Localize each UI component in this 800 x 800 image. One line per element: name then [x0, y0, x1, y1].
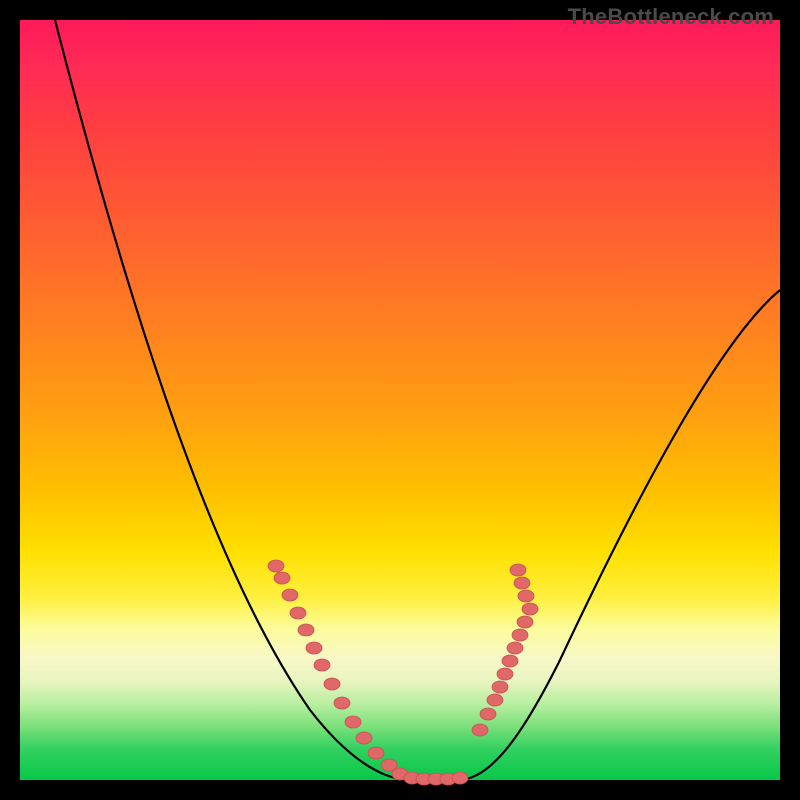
- data-point: [480, 708, 496, 720]
- data-point: [334, 697, 350, 709]
- data-point: [452, 772, 468, 784]
- data-point: [282, 589, 298, 601]
- data-point: [487, 694, 503, 706]
- data-point: [507, 642, 523, 654]
- data-point: [518, 590, 534, 602]
- data-point: [356, 732, 372, 744]
- data-point: [497, 668, 513, 680]
- data-point: [306, 642, 322, 654]
- data-point: [314, 659, 330, 671]
- data-point: [502, 655, 518, 667]
- data-point: [368, 747, 384, 759]
- data-point: [522, 603, 538, 615]
- data-point: [472, 724, 488, 736]
- bottleneck-curve: [55, 20, 780, 780]
- data-dots: [268, 560, 538, 785]
- data-point: [274, 572, 290, 584]
- data-point: [514, 577, 530, 589]
- data-point: [324, 678, 340, 690]
- data-point: [298, 624, 314, 636]
- data-point: [290, 607, 306, 619]
- data-point: [492, 681, 508, 693]
- outer-frame: TheBottleneck.com: [0, 0, 800, 800]
- data-point: [510, 564, 526, 576]
- data-point: [512, 629, 528, 641]
- chart-svg: [20, 20, 780, 780]
- data-point: [345, 716, 361, 728]
- data-point: [268, 560, 284, 572]
- data-point: [517, 616, 533, 628]
